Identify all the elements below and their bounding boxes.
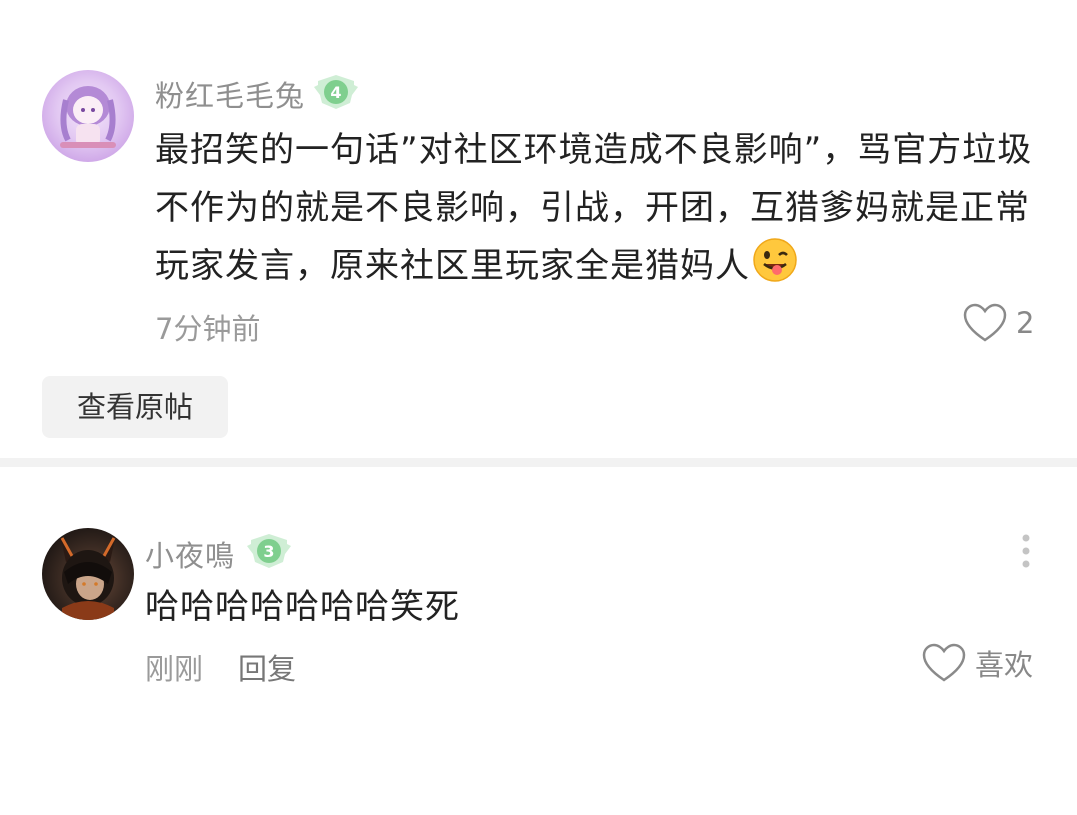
username[interactable]: 小夜鳴: [145, 533, 235, 575]
level-badge: 4: [314, 73, 358, 111]
comment-text: 最招笑的一句话”对社区环境造成不良影响”，骂官方垃圾不作为的就是不良影响，引战，…: [155, 121, 1035, 301]
level-number: 4: [330, 83, 341, 102]
timestamp: 7分钟前: [155, 312, 261, 346]
level-number: 3: [263, 542, 274, 561]
like-button[interactable]: 2: [962, 302, 1034, 344]
heart-icon: [922, 643, 966, 682]
avatar[interactable]: [42, 70, 134, 162]
comment-text: 哈哈哈哈哈哈哈笑死: [145, 587, 460, 627]
like-button[interactable]: 喜欢: [921, 642, 1033, 684]
winking-tongue-emoji-icon: [752, 237, 798, 301]
more-options-icon[interactable]: [1014, 532, 1038, 570]
shield-level-icon: 3: [247, 534, 291, 568]
shield-level-icon: 4: [314, 75, 358, 109]
timestamp: 刚刚: [145, 652, 204, 686]
view-original-button[interactable]: 查看原帖: [42, 376, 228, 438]
username[interactable]: 粉红毛毛兔: [155, 73, 305, 115]
reply-comment: [0, 466, 1077, 815]
like-count: 2: [1016, 306, 1035, 340]
reply-button[interactable]: 回复: [238, 646, 296, 688]
avatar-dark-character-image: [60, 534, 116, 620]
comment-body: 最招笑的一句话”对社区环境造成不良影响”，骂官方垃圾不作为的就是不良影响，引战，…: [155, 130, 1033, 286]
avatar[interactable]: [42, 528, 134, 620]
level-badge: 3: [247, 532, 291, 570]
like-label: 喜欢: [975, 648, 1034, 682]
avatar-anime-girl-image: [60, 86, 116, 148]
quoted-comment: 粉红毛毛兔 4 最招笑的一句话”对社区环境造成不良影响”，骂官方垃圾不作为的就是…: [0, 0, 1077, 458]
heart-icon: [963, 303, 1007, 342]
